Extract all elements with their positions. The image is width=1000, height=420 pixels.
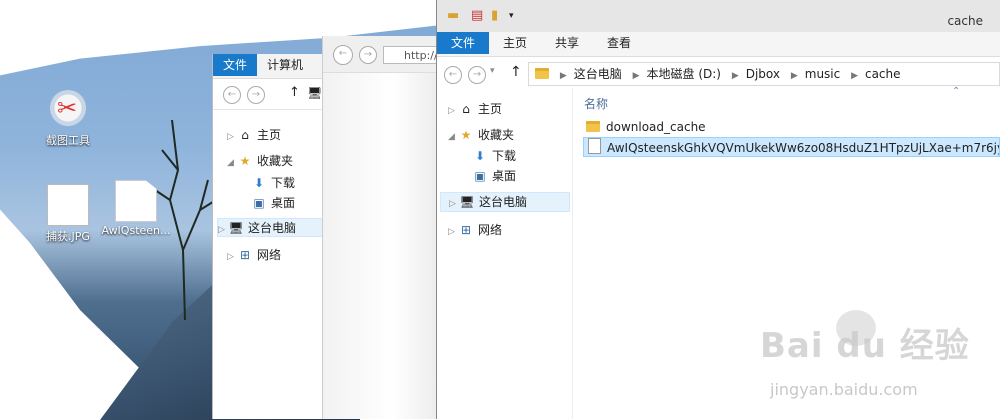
desktop-icon-aw-file[interactable]: AwIQsteen... [96,180,176,237]
collapse-arrow-icon[interactable]: ◢ [448,132,458,142]
back-arrow-icon[interactable]: ← [333,45,353,65]
ribbon-tabs: 文件 主页 共享 查看 [437,32,1000,57]
folder-icon [535,68,549,79]
expand-arrow-icon[interactable]: ▷ [227,132,237,142]
nav-item-home[interactable]: ▷ ⌂ 主页 [448,100,502,117]
expand-arrow-icon[interactable]: ▷ [449,199,459,209]
breadcrumb-this-pc[interactable]: 这台电脑 [574,63,622,85]
browser-window: ← → http:// [322,36,443,419]
nav-item-favorites[interactable]: ◢ ★ 收藏夹 [227,152,293,169]
desktop-icon-label: 截图工具 [46,134,90,147]
download-folder-icon: ⬇ [474,149,486,163]
watermark-url: jingyan.baidu.com [770,380,918,399]
back-arrow-icon[interactable]: ← [223,86,241,104]
star-icon: ★ [460,128,472,142]
expand-arrow-icon[interactable]: ▷ [227,252,237,262]
file-row-folder[interactable]: download_cache [586,120,706,134]
nav-item-favorites[interactable]: ◢ ★ 收藏夹 [448,126,514,143]
snipping-tool-icon [48,90,88,130]
breadcrumb-music[interactable]: music [805,63,840,85]
properties-quick-access-icon[interactable]: ▤ [471,8,483,23]
up-arrow-icon[interactable]: ↑ [510,64,522,80]
watermark-logo: Bai du 经验 [760,326,970,366]
tab-home[interactable]: 主页 [489,32,541,54]
nav-item-this-pc[interactable]: ▷ 🖥 这台电脑 [440,192,570,212]
network-icon: ⊞ [460,223,472,237]
file-name: AwIQsteenskGhkVQVmUkekWw6zo08HsduZ1HTpzU… [607,141,999,155]
nav-item-this-pc[interactable]: ▷ 🖥 这台电脑 [217,218,329,237]
expand-arrow-icon[interactable]: ▷ [448,106,458,116]
browser-toolbar: ← → http:// [323,36,443,73]
column-header-name[interactable]: 名称 [584,95,608,112]
breadcrumb-separator-icon[interactable]: ▶ [851,65,858,85]
image-file-icon [47,184,89,226]
network-icon: ⊞ [239,248,251,262]
download-folder-icon: ⬇ [253,176,265,190]
file-icon [115,180,157,222]
tab-view[interactable]: 查看 [593,32,645,54]
file-row-selected[interactable]: AwIQsteenskGhkVQVmUkekWw6zo08HsduZ1HTpzU… [583,137,1000,157]
nav-item-desktop[interactable]: ▣ 桌面 [472,167,516,184]
nav-item-desktop[interactable]: ▣ 桌面 [251,194,295,211]
file-name: download_cache [606,120,706,134]
computer-icon: 🖥 [459,195,475,209]
expand-arrow-icon[interactable]: ▷ [218,225,228,235]
window-title: cache [947,14,983,28]
breadcrumb-cache[interactable]: cache [865,63,901,85]
computer-icon: 🖥 [307,86,323,100]
computer-icon: 🖥 [228,221,244,235]
breadcrumb-separator-icon[interactable]: ▶ [633,65,640,85]
desktop-icon-snipping-tool[interactable]: 截图工具 [28,90,108,148]
nav-item-downloads[interactable]: ⬇ 下载 [251,174,295,191]
tab-computer[interactable]: 计算机 [257,54,313,76]
explorer-window-back: 文件 计算机 ← → ↑ 🖥 ▷ ⌂ 主页 ◢ ★ 收藏夹 ⬇ 下载 ▣ 桌面 ▷ 🖥 这台电脑 … [212,54,333,419]
forward-arrow-icon[interactable]: → [359,46,377,64]
address-bar[interactable]: ▶ 这台电脑 ▶ 本地磁盘 (D:) ▶ Djbox ▶ music ▶ cache [528,62,1000,86]
tab-share[interactable]: 共享 [541,32,593,54]
up-arrow-icon[interactable]: ↑ [289,85,300,100]
desktop-icon-label: AwIQsteen... [101,224,171,237]
new-folder-quick-access-icon[interactable]: ▮ [491,8,498,23]
folder-quick-access-icon[interactable]: ▬ [447,8,459,23]
tab-file[interactable]: 文件 [213,54,258,76]
breadcrumb-separator-icon[interactable]: ▶ [560,65,567,85]
navigation-bar: ← → ↑ 🖥 [213,79,333,110]
home-icon: ⌂ [462,102,470,116]
star-icon: ★ [239,154,251,168]
forward-arrow-icon[interactable]: → [247,86,265,104]
nav-item-home[interactable]: ▷ ⌂ 主页 [227,126,281,143]
nav-item-downloads[interactable]: ⬇ 下载 [472,147,516,164]
breadcrumb-djbox[interactable]: Djbox [746,63,780,85]
breadcrumb-separator-icon[interactable]: ▶ [732,65,739,85]
breadcrumb-separator-icon[interactable]: ▶ [791,65,798,85]
recent-locations-icon[interactable]: ▾ [490,66,495,76]
url-field[interactable]: http:// [383,46,443,64]
nav-item-network[interactable]: ▷ ⊞ 网络 [227,246,281,263]
breadcrumb-local-disk[interactable]: 本地磁盘 (D:) [647,63,721,85]
sort-chevron-up-icon[interactable]: ⌃ [952,86,960,97]
desktop-icon: ▣ [253,196,265,210]
back-arrow-icon[interactable]: ← [444,66,462,84]
quick-access-dropdown-icon[interactable]: ▾ [509,11,514,21]
title-bar: ▬ ▤ ▮ ▾ cache [437,0,1000,32]
nav-item-network[interactable]: ▷ ⊞ 网络 [448,221,502,238]
file-icon [588,138,601,154]
desktop-icon: ▣ [474,169,486,183]
pane-divider [572,88,573,419]
expand-arrow-icon[interactable]: ▷ [448,227,458,237]
forward-arrow-icon[interactable]: → [468,66,486,84]
ribbon-tabs: 文件 计算机 [213,54,333,79]
home-icon: ⌂ [241,128,249,142]
tab-file[interactable]: 文件 [437,32,490,54]
folder-icon [586,121,600,132]
collapse-arrow-icon[interactable]: ◢ [227,158,237,168]
